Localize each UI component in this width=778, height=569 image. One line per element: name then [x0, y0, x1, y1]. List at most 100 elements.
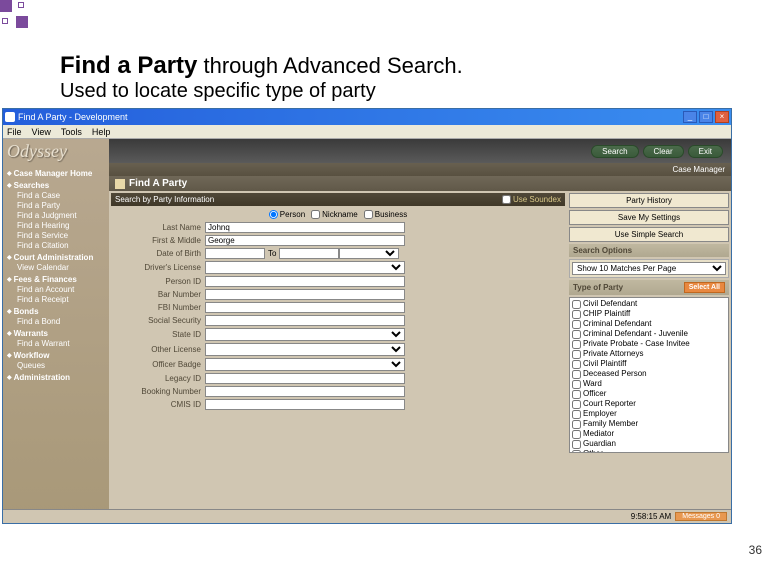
- minimize-button[interactable]: _: [683, 111, 697, 123]
- radio-nickname[interactable]: Nickname: [311, 210, 358, 219]
- other_badge-select[interactable]: [205, 358, 405, 371]
- simple-search-button[interactable]: Use Simple Search: [569, 227, 729, 242]
- other_lic-select[interactable]: [205, 343, 405, 356]
- nav-item[interactable]: Find a Party: [7, 201, 105, 210]
- party-type-item[interactable]: Deceased Person: [571, 369, 727, 379]
- field-label: Bar Number: [115, 290, 205, 299]
- slide-title: Find a Party through Advanced Search.: [60, 52, 463, 80]
- messages-button[interactable]: Messages 0: [675, 512, 727, 521]
- party-type-item[interactable]: Family Member: [571, 419, 727, 429]
- nav-item[interactable]: Find a Case: [7, 191, 105, 200]
- field-label: Booking Number: [115, 387, 205, 396]
- field-label: Driver's License: [115, 263, 205, 272]
- party-type-item[interactable]: Employer: [571, 409, 727, 419]
- page-header: Find A Party: [109, 176, 731, 191]
- radio-business[interactable]: Business: [364, 210, 407, 219]
- field-label: Person ID: [115, 277, 205, 286]
- nav-home[interactable]: Case Manager Home: [7, 169, 105, 178]
- status-bar: 9:58:15 AM Messages 0: [3, 509, 731, 523]
- clear-button[interactable]: Clear: [643, 145, 684, 158]
- main-panel: Search Clear Exit Case Manager Find A Pa…: [109, 139, 731, 523]
- nav-item[interactable]: Queues: [7, 361, 105, 370]
- status-time: 9:58:15 AM: [631, 512, 671, 521]
- logo: Odyssey: [3, 139, 109, 164]
- type-of-party-list[interactable]: Civil DefendantCHIP PlaintiffCriminal De…: [569, 297, 729, 453]
- stateid-select[interactable]: [205, 328, 405, 341]
- save-settings-button[interactable]: Save My Settings: [569, 210, 729, 225]
- menu-file[interactable]: File: [7, 127, 22, 137]
- party-type-item[interactable]: Court Reporter: [571, 399, 727, 409]
- nav-group[interactable]: Bonds: [7, 307, 105, 316]
- party-type-item[interactable]: CHIP Plaintiff: [571, 309, 727, 319]
- party-type-item[interactable]: Ward: [571, 379, 727, 389]
- dob-extra-select[interactable]: [339, 248, 399, 259]
- booking-input[interactable]: [205, 386, 405, 397]
- barnum-input[interactable]: [205, 289, 405, 300]
- nav-item[interactable]: Find a Bond: [7, 317, 105, 326]
- nav-item[interactable]: View Calendar: [7, 263, 105, 272]
- page-number: 36: [749, 543, 762, 557]
- title-bar: Find A Party - Development _ □ ×: [3, 109, 731, 125]
- first_mid-input[interactable]: [205, 235, 405, 246]
- close-button[interactable]: ×: [715, 111, 729, 123]
- search-section-header: Search by Party Information Use Soundex: [111, 193, 565, 206]
- lastname-input[interactable]: [205, 222, 405, 233]
- menu-view[interactable]: View: [32, 127, 51, 137]
- dob-to-input[interactable]: [279, 248, 339, 259]
- select-all-button[interactable]: Select All: [684, 282, 725, 293]
- nav-item[interactable]: Find a Service: [7, 231, 105, 240]
- party-history-button[interactable]: Party History: [569, 193, 729, 208]
- book-icon: [115, 179, 125, 189]
- party-type-item[interactable]: Criminal Defendant: [571, 319, 727, 329]
- field-label: Last Name: [115, 223, 205, 232]
- nav-group[interactable]: Court Administration: [7, 253, 105, 262]
- field-label: Date of Birth: [115, 249, 205, 258]
- party-type-item[interactable]: Other: [571, 449, 727, 453]
- party-type-item[interactable]: Civil Plaintiff: [571, 359, 727, 369]
- nav-group[interactable]: Warrants: [7, 329, 105, 338]
- slide-subtitle: Used to locate specific type of party: [60, 80, 376, 103]
- search-button[interactable]: Search: [591, 145, 638, 158]
- exit-button[interactable]: Exit: [688, 145, 723, 158]
- legacy-input[interactable]: [205, 373, 405, 384]
- fbi-input[interactable]: [205, 302, 405, 313]
- soundex-checkbox[interactable]: Use Soundex: [502, 195, 561, 204]
- search-options-header: Search Options: [569, 244, 729, 257]
- toolbar: Search Clear Exit: [109, 139, 731, 163]
- nav-item[interactable]: Find a Judgment: [7, 211, 105, 220]
- drivers-select[interactable]: [205, 261, 405, 274]
- menu-help[interactable]: Help: [92, 127, 111, 137]
- personid-input[interactable]: [205, 276, 405, 287]
- party-type-item[interactable]: Private Attorneys: [571, 349, 727, 359]
- field-label: First & Middle: [115, 236, 205, 245]
- ssn-input[interactable]: [205, 315, 405, 326]
- window-title: Find A Party - Development: [18, 112, 128, 122]
- nav-item[interactable]: Find a Receipt: [7, 295, 105, 304]
- party-type-item[interactable]: Guardian: [571, 439, 727, 449]
- nav-group[interactable]: Searches: [7, 181, 105, 190]
- nav-item[interactable]: Find a Warrant: [7, 339, 105, 348]
- cmis-input[interactable]: [205, 399, 405, 410]
- field-label: Social Security: [115, 316, 205, 325]
- nav-group[interactable]: Workflow: [7, 351, 105, 360]
- party-type-item[interactable]: Officer: [571, 389, 727, 399]
- maximize-button[interactable]: □: [699, 111, 713, 123]
- matches-per-page-select[interactable]: Show 10 Matches Per Page: [572, 262, 726, 275]
- party-type-item[interactable]: Private Probate - Case Invitee: [571, 339, 727, 349]
- nav-item[interactable]: Find a Hearing: [7, 221, 105, 230]
- nav-group[interactable]: Fees & Finances: [7, 275, 105, 284]
- nav-group[interactable]: Administration: [7, 373, 105, 382]
- nav-item[interactable]: Find a Citation: [7, 241, 105, 250]
- radio-person[interactable]: Person: [269, 210, 305, 219]
- breadcrumb: Case Manager: [109, 163, 731, 176]
- nav-item[interactable]: Find an Account: [7, 285, 105, 294]
- app-icon: [5, 112, 15, 122]
- dob-from-input[interactable]: [205, 248, 265, 259]
- field-label: FBI Number: [115, 303, 205, 312]
- field-label: State ID: [115, 330, 205, 339]
- party-type-item[interactable]: Mediator: [571, 429, 727, 439]
- field-label: CMIS ID: [115, 400, 205, 409]
- party-type-item[interactable]: Criminal Defendant - Juvenile: [571, 329, 727, 339]
- party-type-item[interactable]: Civil Defendant: [571, 299, 727, 309]
- menu-tools[interactable]: Tools: [61, 127, 82, 137]
